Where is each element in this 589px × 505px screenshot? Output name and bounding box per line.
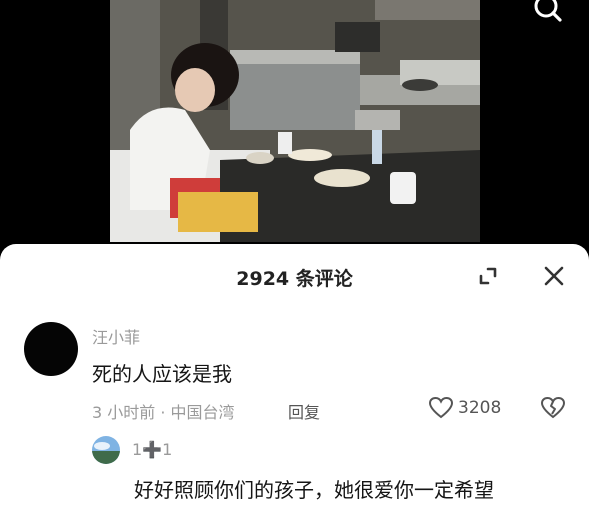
expand-button[interactable] <box>474 262 502 290</box>
reply-button[interactable]: 回复 <box>288 399 320 423</box>
search-button[interactable] <box>529 0 569 26</box>
close-icon <box>544 266 564 286</box>
reply-username[interactable]: 1➕1 <box>132 440 172 459</box>
like-button[interactable]: 3208 <box>428 395 501 421</box>
comment-meta: 3 小时前 · 中国台湾 <box>92 403 235 422</box>
comment-username[interactable]: 汪小菲 <box>92 324 140 348</box>
reply-avatar[interactable] <box>92 436 120 464</box>
dislike-button[interactable] <box>540 395 566 421</box>
close-button[interactable] <box>540 262 568 290</box>
expand-icon <box>479 267 497 285</box>
like-count: 3208 <box>458 398 502 418</box>
reply-avatar-image <box>92 436 120 464</box>
video-frame[interactable] <box>110 0 480 242</box>
broken-heart-icon <box>540 396 566 419</box>
heart-outline-icon <box>428 396 454 419</box>
comments-header: 2924 条评论 <box>0 244 589 308</box>
video-player[interactable] <box>0 0 589 250</box>
comments-sheet: 2924 条评论 汪小菲 死的人应该是我 3 小时前 · 中国台湾 回复 320… <box>0 244 589 505</box>
comment-text: 死的人应该是我 <box>92 362 232 386</box>
avatar[interactable] <box>24 322 78 376</box>
search-icon <box>534 0 562 22</box>
video-frame-image <box>110 0 480 242</box>
reply-text: 好好照顾你们的孩子，她很爱你一定希望 <box>134 478 494 502</box>
